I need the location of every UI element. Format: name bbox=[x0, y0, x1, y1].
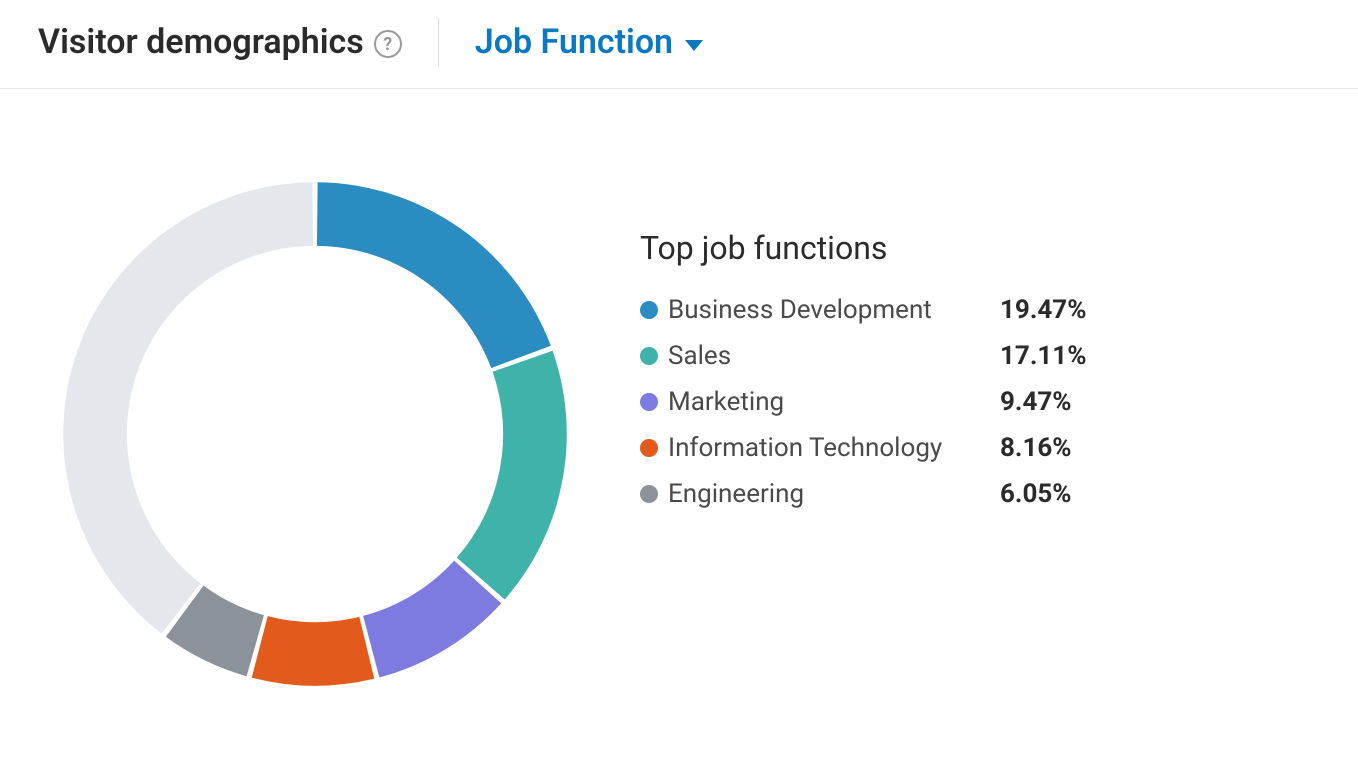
legend-row: Marketing 9.47% bbox=[640, 387, 1120, 417]
legend-row: Engineering 6.05% bbox=[640, 479, 1120, 509]
legend-label: Sales bbox=[668, 341, 731, 371]
donut-segment bbox=[457, 351, 567, 600]
page-title-text: Visitor demographics bbox=[38, 22, 364, 62]
header-bar: Visitor demographics ? Job Function bbox=[0, 0, 1358, 89]
legend-value: 9.47% bbox=[1000, 387, 1120, 417]
donut-chart bbox=[50, 169, 580, 699]
legend-value: 8.16% bbox=[1000, 433, 1120, 463]
legend-value: 19.47% bbox=[1000, 295, 1120, 325]
legend-row: Business Development 19.47% bbox=[640, 295, 1120, 325]
legend-dot-icon bbox=[640, 485, 658, 503]
filter-dropdown[interactable]: Job Function bbox=[475, 22, 703, 62]
donut-svg bbox=[50, 169, 580, 699]
page-title: Visitor demographics ? bbox=[38, 22, 402, 62]
legend-label: Business Development bbox=[668, 295, 932, 325]
header-divider bbox=[438, 18, 439, 66]
donut-segment-remainder bbox=[63, 182, 313, 633]
donut-segment bbox=[317, 182, 551, 368]
donut-segment bbox=[252, 616, 375, 686]
legend-dot-icon bbox=[640, 347, 658, 365]
legend-title: Top job functions bbox=[640, 229, 1120, 267]
legend-label: Marketing bbox=[668, 387, 784, 417]
legend-row: Information Technology 8.16% bbox=[640, 433, 1120, 463]
legend-value: 6.05% bbox=[1000, 479, 1120, 509]
legend-dot-icon bbox=[640, 301, 658, 319]
legend-label: Information Technology bbox=[668, 433, 942, 463]
help-icon[interactable]: ? bbox=[374, 30, 402, 58]
legend-label: Engineering bbox=[668, 479, 804, 509]
caret-down-icon bbox=[685, 40, 703, 51]
filter-label: Job Function bbox=[475, 22, 673, 62]
legend-dot-icon bbox=[640, 393, 658, 411]
legend: Top job functions Business Development 19… bbox=[640, 169, 1120, 509]
content-area: Top job functions Business Development 19… bbox=[0, 89, 1358, 739]
legend-row: Sales 17.11% bbox=[640, 341, 1120, 371]
legend-value: 17.11% bbox=[1000, 341, 1120, 371]
legend-dot-icon bbox=[640, 439, 658, 457]
legend-list: Business Development 19.47% Sales 17.11% Mar… bbox=[640, 295, 1120, 509]
